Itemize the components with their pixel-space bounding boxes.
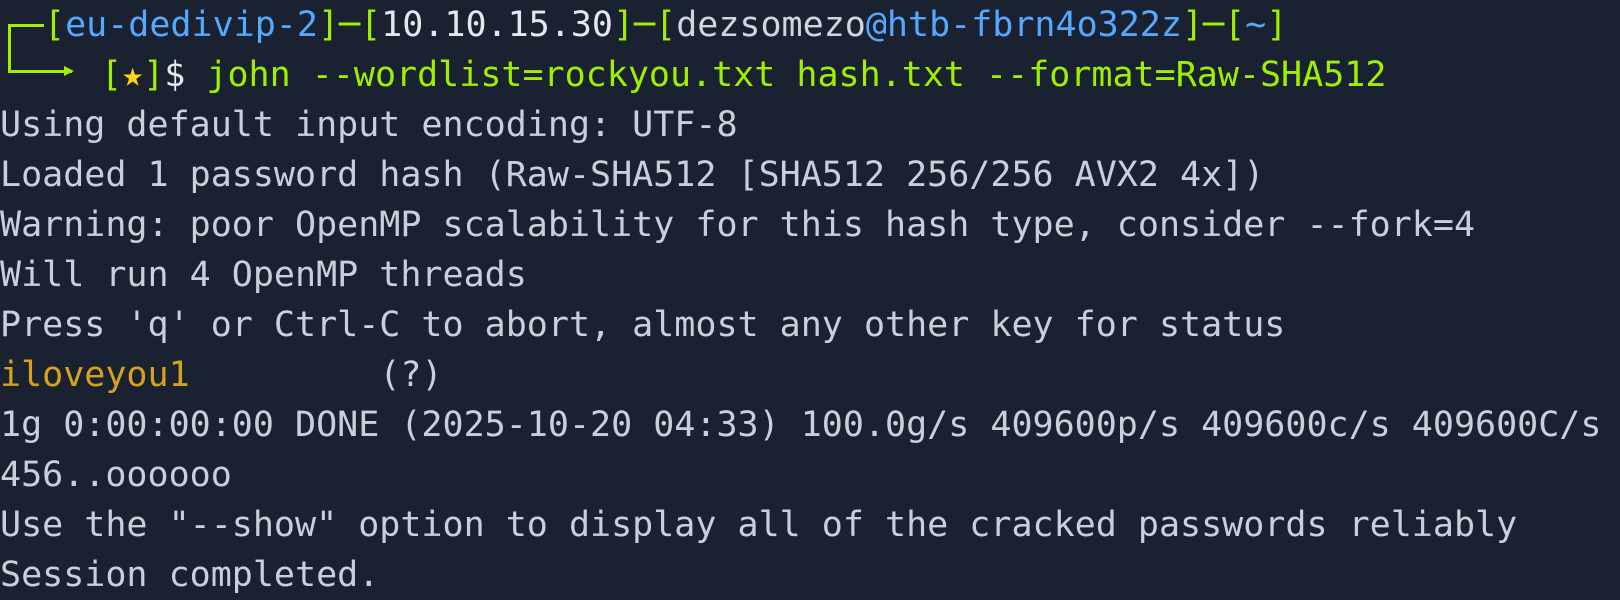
- star-icon: ★: [122, 55, 144, 95]
- output-line-warning: Warning: poor OpenMP scalability for thi…: [0, 205, 1476, 245]
- entered-command: john --wordlist=rockyou.txt hash.txt --f…: [206, 55, 1387, 95]
- output-line-abort-help: Press 'q' or Ctrl-C to abort, almost any…: [0, 305, 1286, 345]
- status-line-range: 456..oooooo: [0, 455, 232, 495]
- dollar-symbol: $: [164, 55, 186, 95]
- ip-address: 10.10.15.30: [381, 5, 613, 45]
- output-line-threads: Will run 4 OpenMP threads: [0, 255, 527, 295]
- server-name: eu-dedivip-2: [65, 5, 318, 45]
- username: dezsomezo: [676, 5, 866, 45]
- at-separator: @: [865, 5, 887, 45]
- prompt-arrow-icon: [64, 66, 74, 76]
- status-line-speed: 1g 0:00:00:00 DONE (2025-10-20 04:33) 10…: [0, 405, 1620, 445]
- output-line-encoding: Using default input encoding: UTF-8: [0, 105, 738, 145]
- output-line-loaded: Loaded 1 password hash (Raw-SHA512 [SHA5…: [0, 155, 1265, 195]
- prompt-corner-bottom: [8, 70, 72, 73]
- cracked-result-line: iloveyou1 (?): [0, 350, 443, 400]
- prompt-corner-vertical: [8, 25, 11, 73]
- command-prompt: [eu-dedivip-2]─[10.10.15.30]─[dezsomezo@…: [0, 0, 1620, 100]
- session-completed-line: Session completed.: [0, 555, 380, 595]
- prompt-context-line: [eu-dedivip-2]─[10.10.15.30]─[dezsomezo@…: [44, 5, 1288, 45]
- current-path: ~: [1245, 5, 1267, 45]
- terminal-window[interactable]: [eu-dedivip-2]─[10.10.15.30]─[dezsomezo@…: [0, 0, 1620, 600]
- command-line[interactable]: [★]$ john --wordlist=rockyou.txt hash.tx…: [101, 50, 1386, 100]
- prompt-corner-top: [8, 24, 44, 27]
- cracked-marker: (?): [379, 355, 443, 395]
- cracked-password: iloveyou1: [0, 355, 190, 395]
- hostname: htb-fbrn4o322z: [886, 5, 1182, 45]
- show-option-hint: Use the "--show" option to display all o…: [0, 505, 1518, 545]
